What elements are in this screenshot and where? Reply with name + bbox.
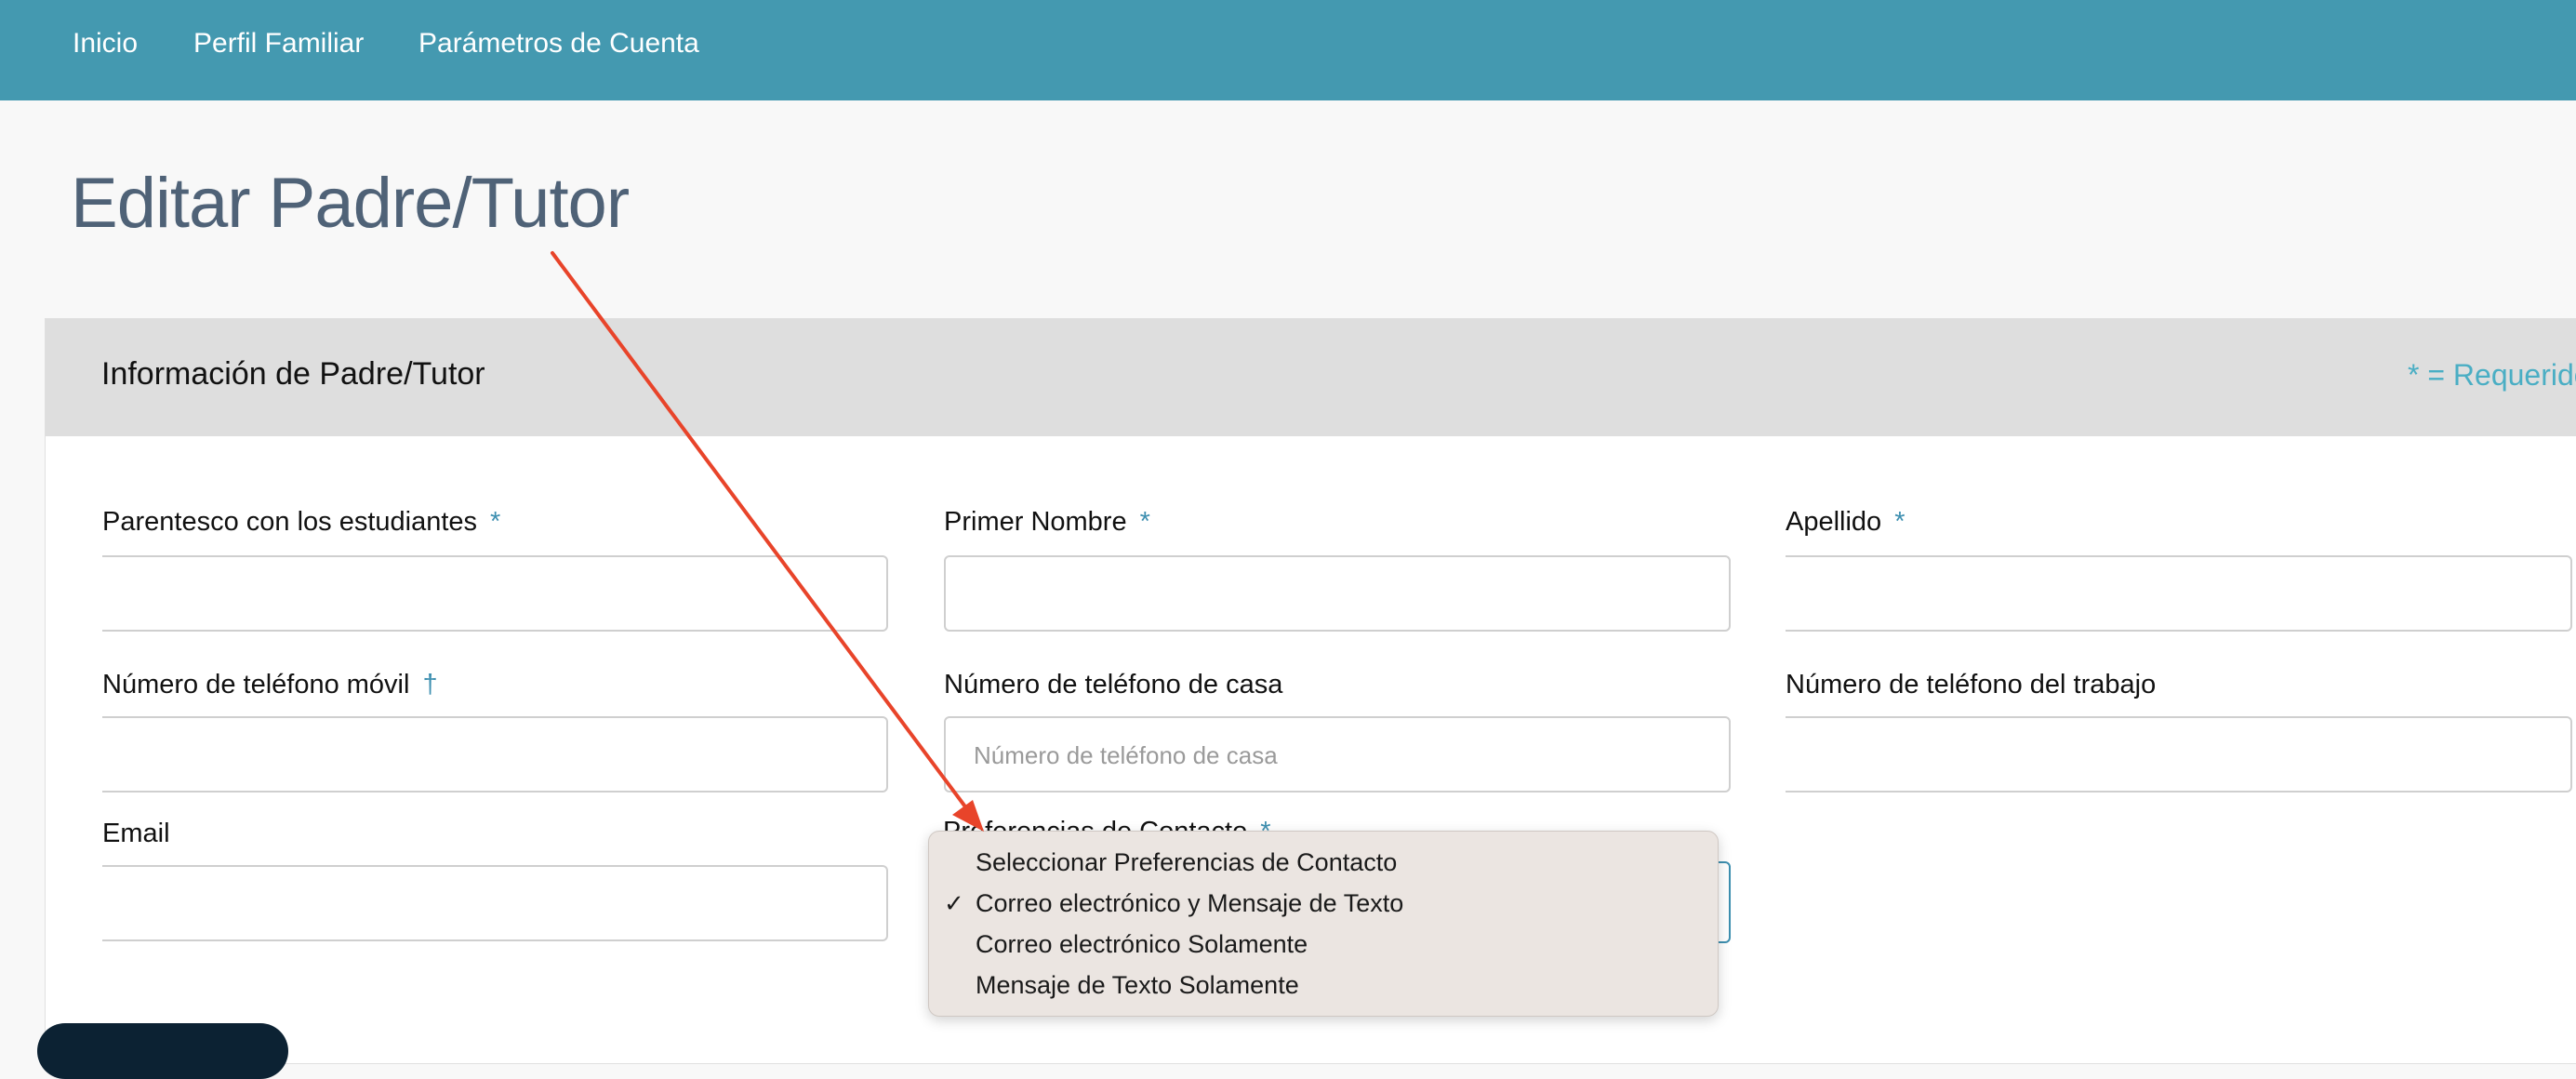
contact-pref-dropdown: Seleccionar Preferencias de Contacto ✓ C… [928, 831, 1719, 1017]
mobile-phone-label: Número de teléfono móvil † [102, 670, 438, 700]
home-phone-label: Número de teléfono de casa [944, 670, 1283, 699]
nav-item-parametros-cuenta[interactable]: Parámetros de Cuenta [418, 28, 699, 60]
email-label: Email [102, 819, 170, 848]
save-button[interactable] [37, 1023, 288, 1079]
dropdown-option-email-only[interactable]: Correo electrónico Solamente [976, 930, 1308, 959]
last-name-label-text: Apellido [1786, 507, 1882, 537]
page-title: Editar Padre/Tutor [71, 164, 630, 243]
card-title: Información de Padre/Tutor [101, 356, 485, 392]
card-header: Información de Padre/Tutor * = Requerido [46, 319, 2576, 436]
mobile-phone-label-text: Número de teléfono móvil [102, 670, 410, 699]
first-name-label-text: Primer Nombre [944, 507, 1127, 537]
required-note: * = Requerido [2408, 358, 2576, 392]
email-input[interactable] [102, 865, 888, 941]
relationship-label-text: Parentesco con los estudiantes [102, 507, 478, 537]
mobile-phone-input[interactable] [102, 716, 888, 793]
required-mark: * [1894, 507, 1905, 537]
nav-item-inicio[interactable]: Inicio [73, 28, 138, 60]
required-mark: * [490, 507, 501, 537]
relationship-label: Parentesco con los estudiantes * [102, 507, 500, 538]
dropdown-option-email-and-text[interactable]: Correo electrónico y Mensaje de Texto [976, 889, 1403, 918]
nav-item-perfil-familiar[interactable]: Perfil Familiar [193, 28, 364, 60]
top-nav: Inicio Perfil Familiar Parámetros de Cue… [0, 0, 2576, 100]
home-phone-input[interactable]: Número de teléfono de casa [944, 716, 1731, 793]
dropdown-option-text-only[interactable]: Mensaje de Texto Solamente [976, 971, 1299, 1000]
check-icon: ✓ [944, 889, 964, 917]
first-name-input[interactable] [944, 555, 1731, 632]
work-phone-input[interactable] [1786, 716, 2572, 793]
first-name-label: Primer Nombre * [944, 507, 1150, 538]
dropdown-option-select[interactable]: Seleccionar Preferencias de Contacto [976, 848, 1397, 877]
work-phone-label: Número de teléfono del trabajo [1786, 670, 2157, 699]
last-name-label: Apellido * [1786, 507, 1905, 538]
required-mark: * [1139, 507, 1150, 537]
relationship-select[interactable] [102, 555, 888, 632]
dagger-mark: † [422, 670, 438, 699]
last-name-input[interactable] [1786, 555, 2572, 632]
